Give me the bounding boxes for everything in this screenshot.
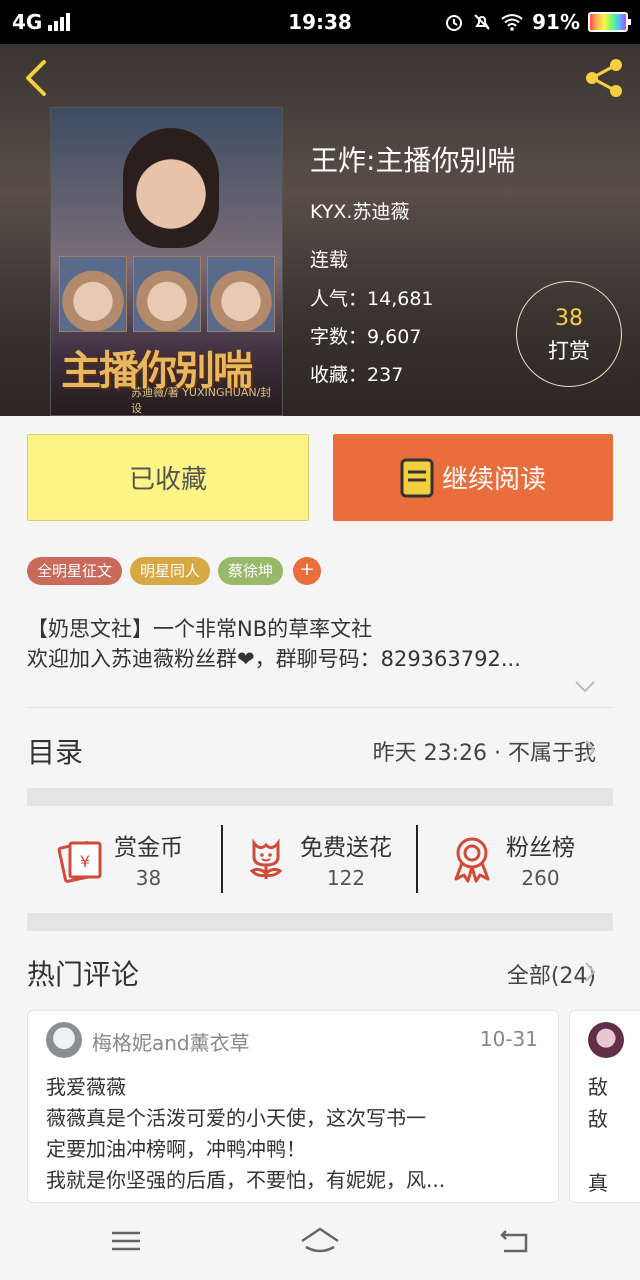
- status-bar: 4G 19:38 91%: [0, 0, 640, 44]
- cover-thumbnails: [59, 256, 275, 332]
- section-separator: [27, 788, 613, 806]
- tag-item[interactable]: 蔡徐坤: [218, 557, 284, 585]
- comment-line: 定要加油冲榜啊，冲鸭冲鸭！: [46, 1137, 306, 1161]
- comment-title: 我爱薇薇: [46, 1075, 126, 1099]
- mute-icon: [474, 14, 490, 30]
- back-icon[interactable]: [496, 1225, 536, 1257]
- back-arrow-icon[interactable]: [18, 58, 54, 98]
- alarm-icon: [446, 15, 463, 31]
- chevron-down-icon[interactable]: [574, 680, 596, 694]
- cover-thumb: [59, 256, 127, 332]
- favorites-stat: 收藏：237: [310, 360, 403, 387]
- vertical-separator: [416, 825, 418, 893]
- comment-line: 真: [588, 1171, 608, 1195]
- book-header: 主播你别喘 苏迪薇/著 YUXINGHUAN/封设 王炸:主播你别喘 KYX.苏…: [0, 44, 640, 416]
- comment-card[interactable]: 梅格妮and薰衣草 10-31 我爱薇薇 薇薇真是个活泼可爱的小天使，这次写书一…: [27, 1010, 559, 1203]
- comment-line: 敌: [588, 1075, 608, 1099]
- menu-icon[interactable]: [106, 1225, 146, 1257]
- fan-ranking-text: 粉丝榜 260: [506, 828, 575, 890]
- send-flower-action[interactable]: 免费送花 122: [240, 826, 392, 892]
- battery-icon: [588, 12, 631, 32]
- description-line: 欢迎加入苏迪薇粉丝群❤，群聊号码：829363792...: [27, 647, 521, 671]
- action-label: 粉丝榜: [506, 835, 575, 861]
- tag-list: 全明星征文 明星同人 蔡徐坤 +: [27, 557, 322, 585]
- flower-icon: [249, 838, 283, 879]
- tag-item[interactable]: 全明星征文: [27, 557, 123, 585]
- ribbon-award-icon: [454, 837, 490, 883]
- comment-line: 敌: [588, 1107, 608, 1131]
- description-line: 【奶思文社】一个非常NB的草率文社: [27, 617, 373, 641]
- comment-card[interactable]: 敌 敌 真: [569, 1010, 640, 1203]
- hot-comments-title: 热门评论: [27, 958, 140, 991]
- book-icon: [400, 458, 434, 497]
- comment-username[interactable]: 梅格妮and薰衣草: [92, 1027, 250, 1056]
- avatar[interactable]: [46, 1022, 82, 1058]
- reward-coins-text: 赏金币 38: [114, 828, 183, 890]
- cover-subtitle: 苏迪薇/著 YUXINGHUAN/封设: [131, 386, 272, 415]
- toc-latest-chapter[interactable]: 昨天 23:26 · 不属于我: [373, 735, 596, 767]
- system-nav-bar: [0, 1203, 640, 1280]
- wifi-icon: [501, 14, 523, 31]
- book-title: 王炸:主播你别喘: [310, 144, 516, 177]
- book-description[interactable]: 【奶思文社】一个非常NB的草率文社 欢迎加入苏迪薇粉丝群❤，群聊号码：82936…: [27, 614, 607, 674]
- tip-button[interactable]: 38 打赏: [516, 281, 622, 387]
- action-label: 赏金币: [114, 835, 183, 861]
- tip-count: 38: [555, 306, 583, 331]
- continue-reading-label: 继续阅读: [441, 465, 546, 495]
- add-tag-button[interactable]: +: [293, 557, 322, 585]
- network-label: 4G: [12, 10, 43, 34]
- action-value: 260: [521, 866, 560, 890]
- send-flower-text: 免费送花 122: [300, 828, 392, 890]
- fan-ranking-action[interactable]: 粉丝榜 260: [446, 826, 575, 892]
- popularity-label: 人气：: [310, 288, 368, 310]
- battery-percent: 91%: [532, 10, 580, 34]
- cover-portrait: [123, 128, 219, 248]
- signal-icon: [48, 13, 71, 31]
- vertical-separator: [221, 825, 223, 893]
- chevron-right-icon[interactable]: [584, 739, 596, 761]
- reward-coins-action[interactable]: ¥ 赏金币 38: [54, 826, 183, 892]
- cover-thumb: [207, 256, 275, 332]
- all-comments-link[interactable]: 全部(24): [507, 958, 596, 990]
- red-envelope-icon: ¥: [57, 841, 102, 883]
- comment-body: 薇薇真是个活泼可爱的小天使，这次写书一 定要加油冲榜啊，冲鸭冲鸭！ 我就是你坚强…: [46, 1103, 546, 1196]
- status-right: 91%: [428, 10, 631, 34]
- book-status: 连载: [310, 249, 349, 271]
- words-value: 9,607: [367, 326, 422, 348]
- action-value: 38: [135, 866, 162, 890]
- book-cover[interactable]: 主播你别喘 苏迪薇/著 YUXINGHUAN/封设: [50, 107, 283, 416]
- words-label: 字数：: [310, 326, 368, 348]
- svg-text:¥: ¥: [80, 852, 90, 871]
- popularity-value: 14,681: [367, 288, 434, 310]
- section-separator: [27, 913, 613, 931]
- words-stat: 字数：9,607: [310, 322, 421, 349]
- avatar[interactable]: [588, 1022, 624, 1058]
- continue-reading-button[interactable]: 继续阅读: [333, 434, 613, 521]
- action-value: 122: [326, 866, 366, 890]
- collected-button[interactable]: 已收藏: [27, 434, 309, 521]
- status-left: 4G: [12, 10, 212, 34]
- cover-thumb: [133, 256, 201, 332]
- action-label: 免费送花: [300, 835, 392, 861]
- comment-line: 我就是你坚强的后盾，不要怕，有妮妮，风...: [46, 1168, 446, 1192]
- chevron-right-icon[interactable]: [584, 961, 596, 983]
- book-author[interactable]: KYX.苏迪薇: [310, 197, 409, 224]
- favorites-label: 收藏：: [310, 364, 368, 386]
- comment-date: 10-31: [479, 1027, 538, 1051]
- divider: [27, 707, 613, 708]
- share-icon[interactable]: [582, 56, 626, 100]
- tag-item[interactable]: 明星同人: [130, 557, 211, 585]
- comment-line: 薇薇真是个活泼可爱的小天使，这次写书一: [46, 1106, 426, 1130]
- favorites-value: 237: [367, 364, 404, 386]
- tip-label: 打赏: [548, 339, 590, 363]
- popularity-stat: 人气：14,681: [310, 284, 434, 311]
- toc-title[interactable]: 目录: [27, 731, 83, 771]
- status-time: 19:38: [288, 10, 352, 34]
- home-icon[interactable]: [298, 1225, 342, 1257]
